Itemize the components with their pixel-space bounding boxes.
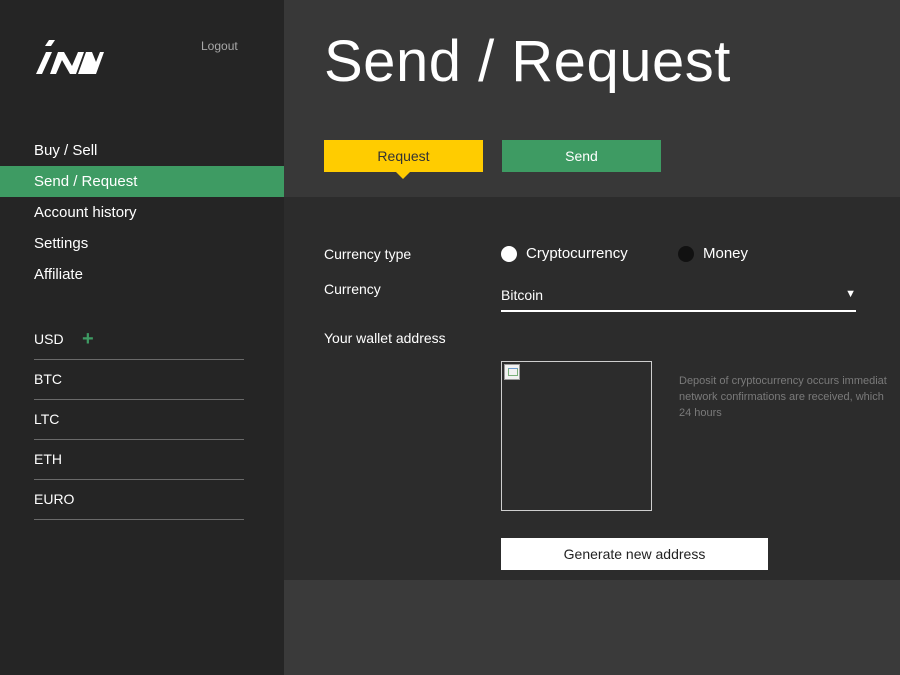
radio-unselected-icon	[678, 245, 694, 262]
wallet-qr-code	[501, 361, 652, 511]
deposit-note-line: Deposit of cryptocurrency occurs immedia…	[679, 375, 887, 387]
tab-send[interactable]: Send	[502, 140, 661, 172]
sidebar-item-settings[interactable]: Settings	[0, 228, 284, 259]
deposit-note-line: 24 hours	[679, 407, 722, 419]
request-form: Currency type Cryptocurrency Money Curre…	[284, 197, 900, 580]
add-currency-icon[interactable]: +	[82, 320, 94, 359]
radio-label: Cryptocurrency	[526, 245, 628, 262]
currency-label: ETH	[34, 451, 62, 467]
broken-image-icon	[504, 364, 520, 380]
radio-label: Money	[703, 245, 749, 262]
currency-select[interactable]: Bitcoin ▼	[501, 282, 856, 312]
currency-label: USD	[34, 331, 64, 347]
tab-send-label: Send	[565, 148, 598, 164]
currency-item-ltc[interactable]: LTC	[34, 400, 244, 440]
sidebar-item-buy-sell[interactable]: Buy / Sell	[0, 135, 284, 166]
logout-link[interactable]: Logout	[201, 39, 238, 53]
wallet-address-label: Your wallet address	[324, 330, 446, 346]
currency-item-euro[interactable]: EURO	[34, 480, 244, 520]
sidebar-item-send-request[interactable]: Send / Request	[0, 166, 284, 197]
sidebar: Logout Buy / Sell Send / Request Account…	[0, 0, 284, 675]
deposit-note: Deposit of cryptocurrency occurs immedia…	[679, 373, 900, 433]
currency-label: Currency	[324, 281, 381, 297]
currency-item-btc[interactable]: BTC	[34, 360, 244, 400]
currency-list: USD + BTC LTC ETH EURO	[34, 320, 244, 520]
tab-request-label: Request	[377, 148, 430, 164]
currency-type-label: Currency type	[324, 246, 412, 262]
currency-item-usd[interactable]: USD +	[34, 320, 244, 360]
currency-item-eth[interactable]: ETH	[34, 440, 244, 480]
page-header: Send / Request Request Send	[284, 0, 900, 197]
radio-money[interactable]: Money	[678, 245, 748, 262]
radio-cryptocurrency[interactable]: Cryptocurrency	[501, 245, 628, 262]
currency-label: LTC	[34, 411, 60, 427]
radio-selected-icon	[501, 245, 517, 262]
currency-label: EURO	[34, 491, 75, 507]
tab-request[interactable]: Request	[324, 140, 483, 179]
sidebar-item-affiliate[interactable]: Affiliate	[0, 259, 284, 290]
caret-down-icon: ▼	[845, 288, 856, 300]
deposit-note-line: network confirmations are received, whic…	[679, 391, 884, 403]
currency-label: BTC	[34, 371, 62, 387]
sidebar-item-account-history[interactable]: Account history	[0, 197, 284, 228]
active-tab-indicator	[396, 172, 410, 179]
generate-address-button[interactable]: Generate new address	[501, 538, 768, 570]
page-title: Send / Request	[324, 29, 731, 94]
brand-logo[interactable]	[34, 40, 104, 76]
sidebar-nav: Buy / Sell Send / Request Account histor…	[0, 135, 284, 290]
currency-select-value: Bitcoin	[501, 287, 544, 303]
